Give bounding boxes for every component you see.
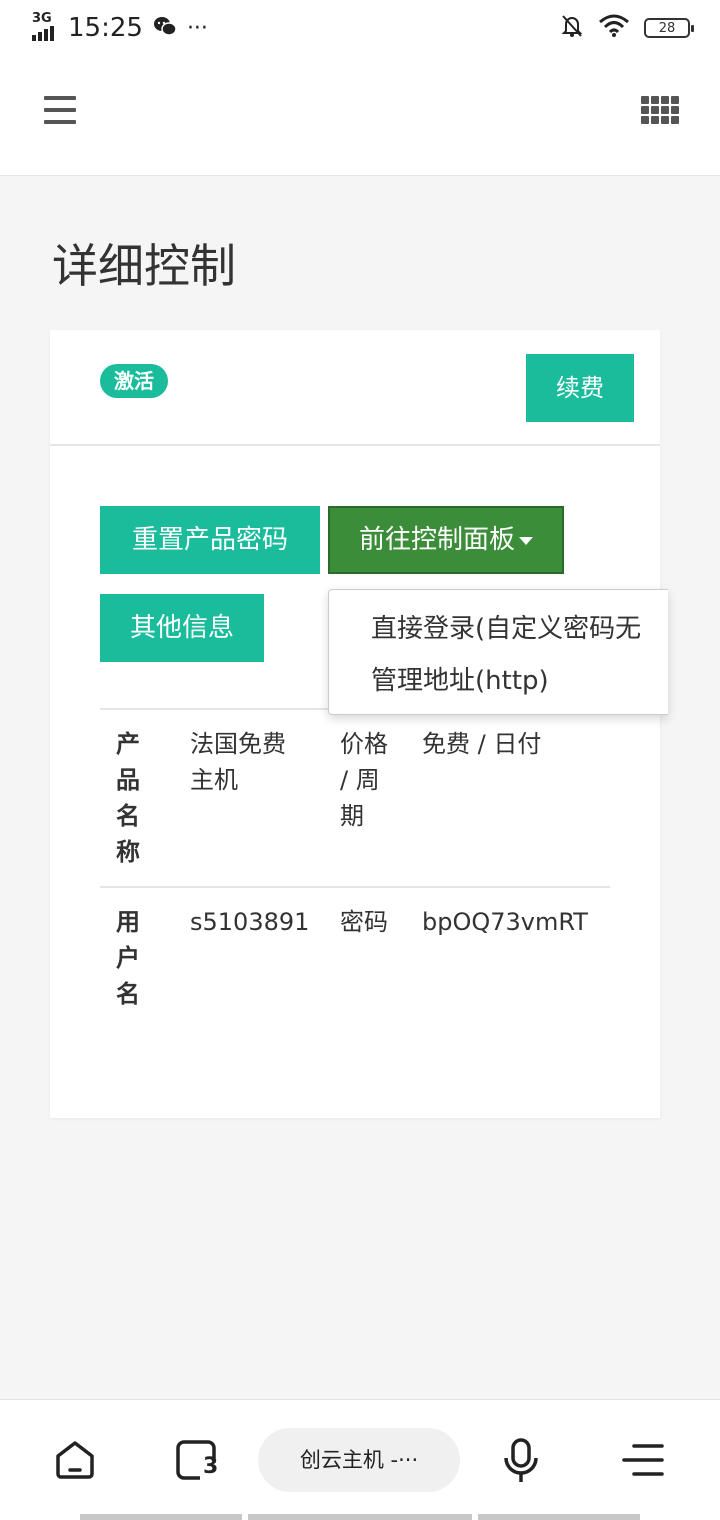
product-name-value: 法国免费主机 bbox=[190, 730, 286, 794]
page-title: 详细控制 bbox=[52, 239, 236, 293]
reset-password-button[interactable]: 重置产品密码 bbox=[100, 506, 320, 574]
hamburger-icon[interactable] bbox=[44, 96, 76, 124]
product-name-label: 产品名称 bbox=[116, 730, 140, 866]
renew-button[interactable]: 续费 bbox=[526, 354, 634, 422]
info-table: 产品名称 法国免费主机 价格 / 周期 免费 / 日付 用户名 s5103891… bbox=[100, 708, 610, 1026]
dropdown-item-admin-url[interactable]: 管理地址(http) bbox=[371, 660, 549, 697]
page-title-pill[interactable]: 创云主机 -··· bbox=[258, 1428, 460, 1492]
network-type: 3G bbox=[32, 11, 52, 26]
home-icon[interactable] bbox=[54, 1440, 96, 1480]
price-cycle-label: 价格 / 周期 bbox=[340, 730, 388, 830]
caret-down-icon bbox=[519, 536, 533, 545]
detail-card: 激活 续费 重置产品密码 前往控制面板 其他信息 直接登录(自定义密码无 管理地… bbox=[50, 330, 668, 1118]
grid-icon[interactable] bbox=[641, 96, 679, 126]
username-value: s5103891 bbox=[190, 908, 310, 936]
signal-icon: 3G bbox=[30, 11, 58, 43]
wechat-icon bbox=[153, 15, 177, 42]
price-cycle-value: 免费 / 日付 bbox=[422, 730, 542, 758]
menu-icon[interactable] bbox=[622, 1442, 664, 1478]
status-badge: 激活 bbox=[100, 364, 168, 398]
other-info-button[interactable]: 其他信息 bbox=[100, 594, 264, 662]
status-time: 15:25 bbox=[68, 13, 143, 43]
card-header: 激活 续费 bbox=[50, 330, 660, 446]
tab-count: 3 bbox=[203, 1454, 219, 1479]
dropdown-item-direct-login[interactable]: 直接登录(自定义密码无 bbox=[371, 608, 641, 645]
username-label: 用户名 bbox=[116, 908, 140, 1008]
page-indicator bbox=[80, 1514, 242, 1520]
battery-icon: 28 bbox=[644, 18, 694, 38]
password-label: 密码 bbox=[340, 908, 388, 936]
table-row: 用户名 s5103891 密码 bpOQ73vmRT bbox=[100, 886, 610, 1026]
tabs-icon[interactable]: 3 bbox=[176, 1440, 220, 1482]
control-panel-label: 前往控制面板 bbox=[358, 525, 515, 555]
app-header bbox=[0, 56, 720, 176]
status-bar: 3G 15:25 ··· 28 bbox=[0, 0, 720, 56]
microphone-icon[interactable] bbox=[502, 1438, 540, 1484]
bottom-nav: 3 创云主机 -··· bbox=[0, 1399, 720, 1520]
control-panel-dropdown: 直接登录(自定义密码无 管理地址(http) bbox=[328, 589, 668, 715]
page-indicator bbox=[248, 1514, 472, 1520]
control-panel-button[interactable]: 前往控制面板 bbox=[328, 506, 564, 574]
wifi-icon bbox=[598, 14, 630, 42]
status-more: ··· bbox=[186, 15, 208, 41]
mute-icon bbox=[560, 13, 584, 43]
page-indicator bbox=[478, 1514, 640, 1520]
password-value: bpOQ73vmRT bbox=[422, 908, 588, 936]
battery-level: 28 bbox=[658, 20, 676, 36]
table-row: 产品名称 法国免费主机 价格 / 周期 免费 / 日付 bbox=[100, 708, 610, 886]
